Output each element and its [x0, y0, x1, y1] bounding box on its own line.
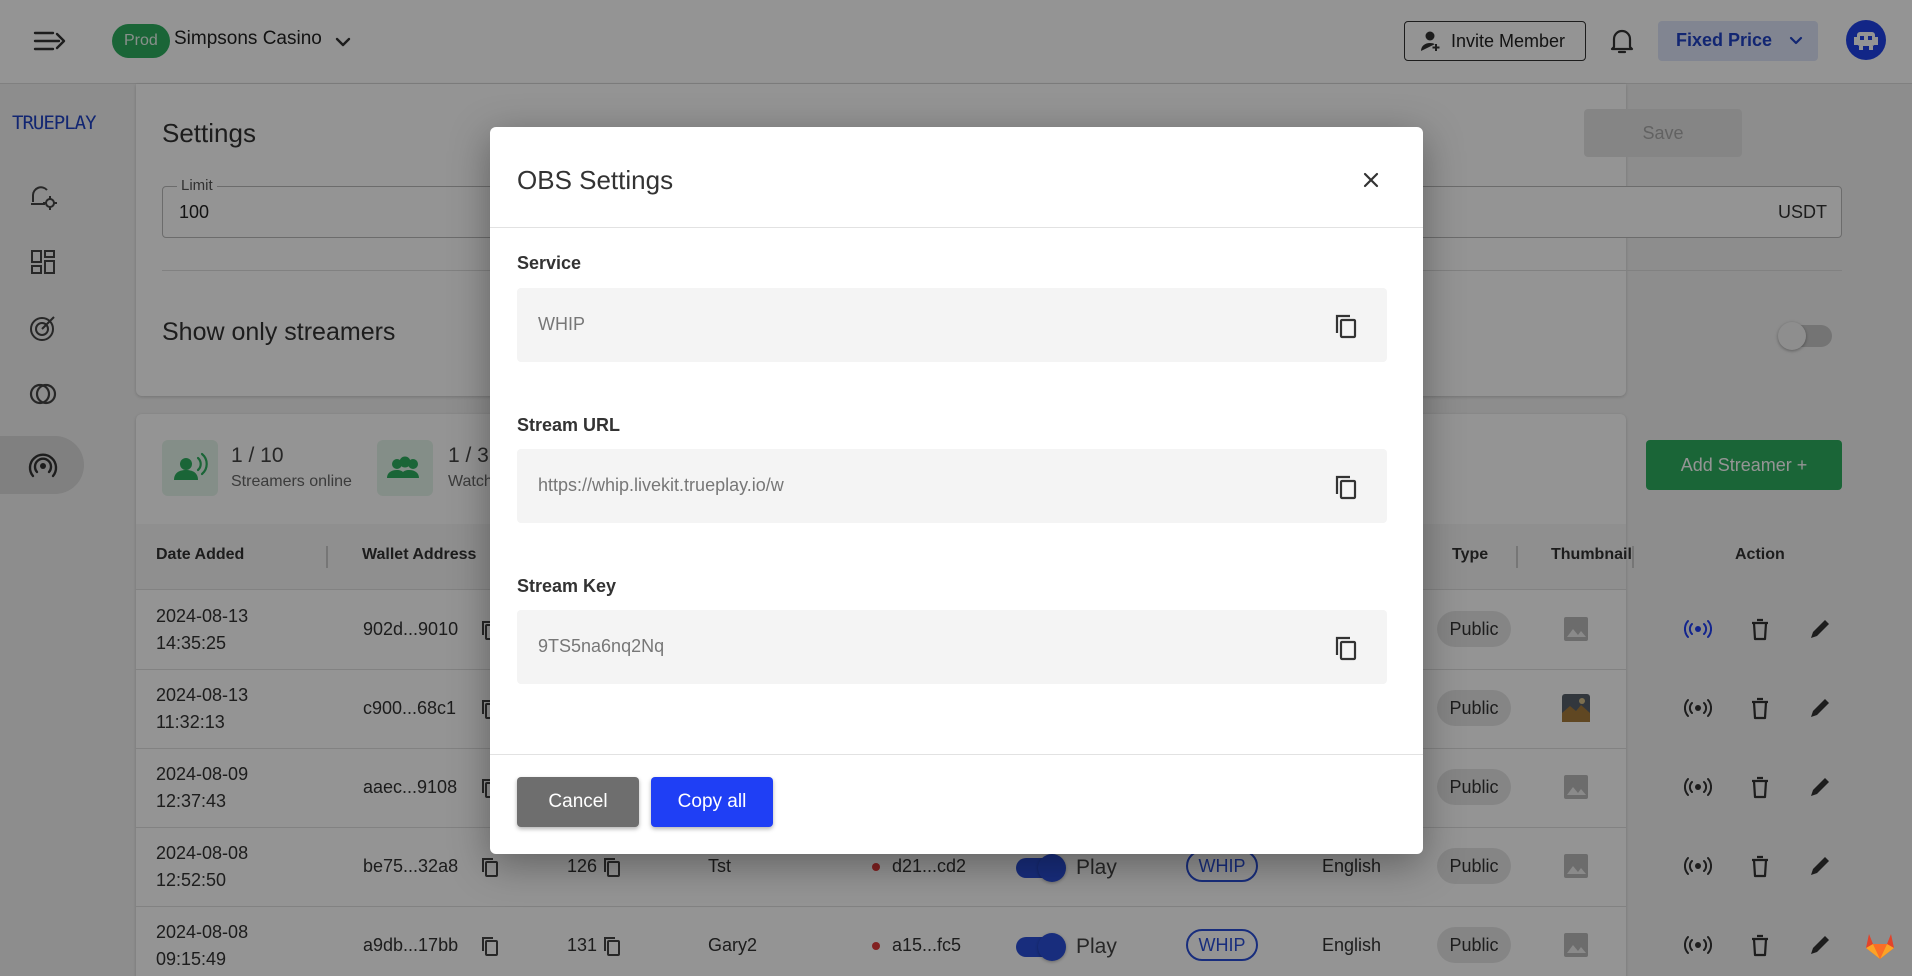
stream-url-label: Stream URL [517, 415, 621, 435]
stream-key-label: Stream Key [517, 576, 617, 596]
service-label: Service [517, 253, 582, 273]
stream-url-field[interactable]: https://whip.livekit.trueplay.io/w [517, 449, 1387, 523]
copy-icon[interactable] [1333, 473, 1359, 501]
modal-title: OBS Settings [517, 165, 674, 195]
stream-key-field[interactable]: 9TS5na6nq2Nq [517, 610, 1387, 684]
copy-icon[interactable] [1333, 312, 1359, 340]
close-icon[interactable] [1359, 168, 1383, 192]
cancel-button[interactable]: Cancel [517, 777, 639, 827]
modal-header-divider [490, 227, 1423, 228]
stream-url-value: https://whip.livekit.trueplay.io/w [538, 475, 784, 495]
modal-footer-divider [490, 754, 1423, 755]
copy-icon[interactable] [1333, 634, 1359, 662]
copy-all-button[interactable]: Copy all [651, 777, 773, 827]
stream-key-value: 9TS5na6nq2Nq [538, 636, 665, 656]
service-value: WHIP [538, 314, 585, 334]
service-field[interactable]: WHIP [517, 288, 1387, 362]
obs-settings-modal: OBS Settings Service WHIP Stream URL htt… [490, 127, 1423, 854]
gitlab-fox-icon[interactable] [1862, 926, 1898, 962]
